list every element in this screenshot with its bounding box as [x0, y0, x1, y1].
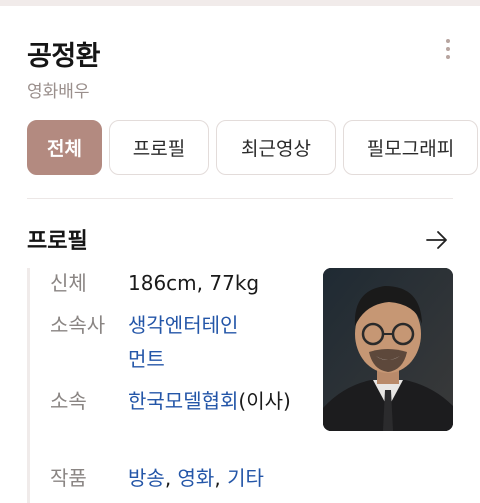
- more-vertical-icon[interactable]: [438, 36, 458, 62]
- agency-link[interactable]: 생각엔터테인먼트: [128, 313, 238, 371]
- person-name: 공정환: [27, 41, 101, 72]
- profile-photo[interactable]: [323, 268, 453, 431]
- affiliation-link[interactable]: 한국모델협회: [128, 389, 238, 413]
- top-strip: [0, 0, 480, 6]
- works-link-broadcast[interactable]: 방송: [128, 466, 165, 490]
- section-title-profile: 프로필: [27, 229, 88, 254]
- info-key-body: 신체: [50, 271, 87, 295]
- divider: [27, 198, 453, 199]
- works-link-other[interactable]: 기타: [227, 466, 264, 490]
- affiliation-suffix: (이사): [238, 389, 291, 413]
- tab-recent-videos[interactable]: 최근영상: [216, 120, 336, 175]
- info-key-works: 작품: [50, 466, 87, 490]
- works-link-film[interactable]: 영화: [178, 466, 215, 490]
- tab-bar: 전체 프로필 최근영상 필모그래피: [27, 120, 478, 175]
- info-row-agency: 소속사 생각엔터테인먼트: [50, 308, 256, 376]
- info-row-affiliation: 소속 한국모델협회(이사): [50, 384, 293, 418]
- occupation: 영화배우: [27, 82, 90, 102]
- info-key-agency: 소속사: [50, 313, 106, 337]
- info-key-affiliation: 소속: [50, 389, 87, 413]
- info-row-body: 신체 186cm, 77kg: [50, 266, 303, 300]
- info-value-body: 186cm, 77kg: [128, 271, 260, 295]
- left-rule: [27, 268, 30, 503]
- info-row-works: 작품 방송, 영화, 기타: [50, 461, 328, 495]
- tab-profile[interactable]: 프로필: [109, 120, 209, 175]
- tab-filmography[interactable]: 필모그래피: [343, 120, 478, 175]
- arrow-right-icon[interactable]: [425, 228, 449, 252]
- tab-all[interactable]: 전체: [27, 120, 102, 175]
